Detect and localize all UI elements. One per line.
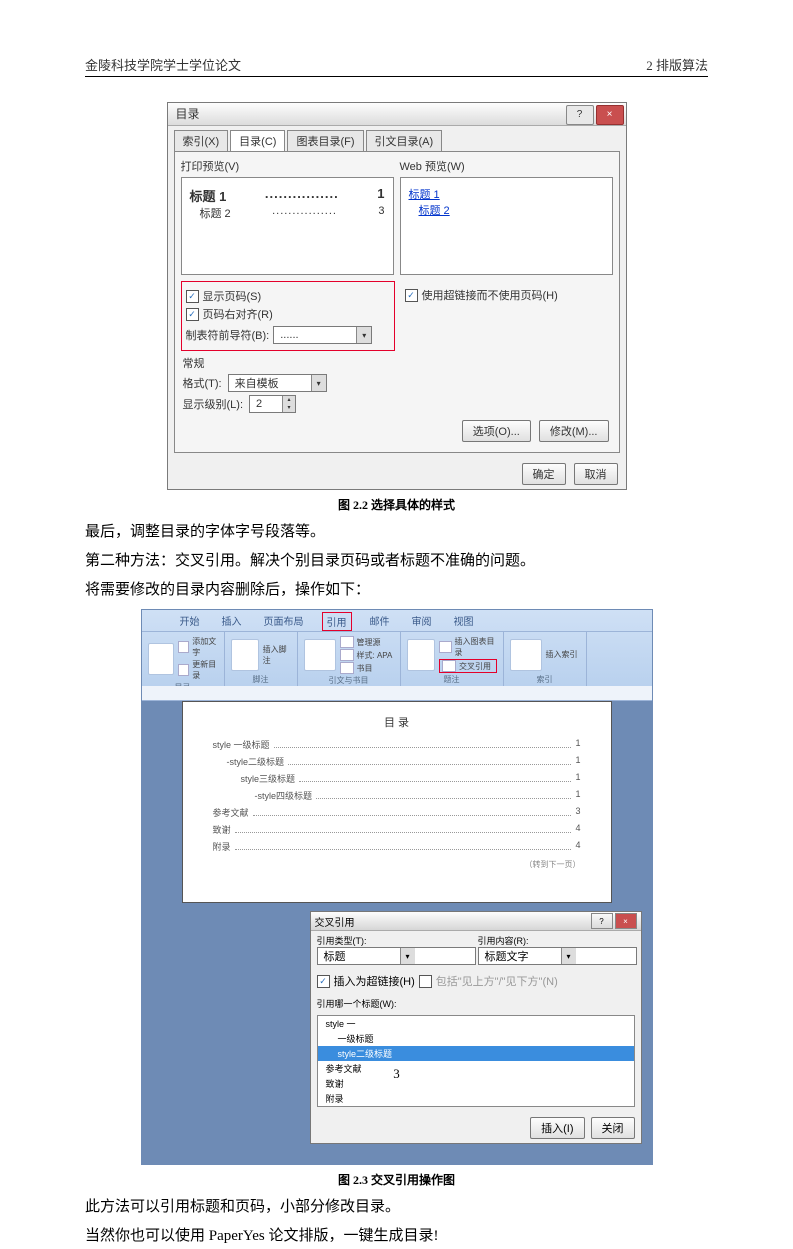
ribbon-tab-layout[interactable]: 页面布局 — [260, 612, 308, 631]
toc-line: 致谢4 — [213, 823, 581, 836]
dialog-tabs: 索引(X) 目录(C) 图表目录(F) 引文目录(A) — [168, 126, 626, 151]
list-item[interactable]: 一级标题 — [318, 1031, 634, 1046]
cross-ref-dialog: 交叉引用 ? × 引用类型(T): 标题▾ 引用内容(R): 标题文字▾ — [310, 911, 642, 1144]
hyperlink-option: ✓使用超链接而不使用页码(H) — [401, 281, 613, 351]
toc-line: style 一级标题1 — [213, 738, 581, 751]
insert-link-checkbox[interactable]: ✓插入为超链接(H) — [317, 973, 415, 989]
heading-list[interactable]: style 一一级标题style二级标题参考文献致谢附录 — [317, 1015, 635, 1107]
leader-combo[interactable]: ......▾ — [273, 326, 372, 344]
dialog-title: 目录 — [176, 103, 200, 125]
paragraph-2: 第二种方法：交叉引用。解决个别目录页码或者标题不准确的问题。 — [85, 548, 708, 574]
toc-dialog: 目录 ? × 索引(X) 目录(C) 图表目录(F) 引文目录(A) 打印预览(… — [167, 102, 627, 490]
ribbon-tab-review[interactable]: 审阅 — [408, 612, 436, 631]
toc-line: 附录4 — [213, 840, 581, 853]
show-page-checkbox[interactable]: ✓显示页码(S) — [186, 288, 390, 304]
cross-reference-button: 交叉引用 — [439, 659, 496, 673]
page-number: 3 — [0, 1066, 793, 1082]
general-label: 常规 — [183, 355, 611, 371]
index-icon[interactable] — [510, 639, 542, 671]
list-item[interactable]: 附录 — [318, 1091, 634, 1106]
leader-label: 制表符前导符(B): — [186, 327, 270, 343]
chevron-down-icon: ▾ — [311, 375, 326, 391]
toc-icon[interactable] — [148, 643, 174, 675]
figure-caption-22: 图 2.2 选择具体的样式 — [85, 496, 708, 513]
print-preview-box: 标题 11 标题 23 — [181, 177, 394, 275]
web-preview-label: Web 预览(W) — [400, 158, 613, 174]
web-preview-box: 标题 1 标题 2 — [400, 177, 613, 275]
options-button[interactable]: 选项(O)... — [462, 420, 531, 442]
help-icon[interactable]: ? — [566, 105, 594, 125]
format-combo[interactable]: 来自模板▾ — [228, 374, 327, 392]
right-align-checkbox[interactable]: ✓页码右对齐(R) — [186, 306, 390, 322]
tab-figures[interactable]: 图表目录(F) — [287, 130, 363, 151]
modify-button[interactable]: 修改(M)... — [539, 420, 609, 442]
chevron-down-icon: ▾ — [356, 327, 371, 343]
paragraph-4: 此方法可以引用标题和页码，小部分修改目录。 — [85, 1194, 708, 1220]
footnote-icon[interactable] — [231, 639, 259, 671]
cancel-button[interactable]: 取消 — [574, 463, 618, 485]
ribbon-tab-home[interactable]: 开始 — [176, 612, 204, 631]
document-page: 目 录 style 一级标题1 -style二级标题1 style三级标题1 -sty… — [182, 701, 612, 903]
doc-toc-title: 目 录 — [213, 714, 581, 730]
header-left: 金陵科技学院学士学位论文 — [85, 55, 241, 74]
help-icon[interactable]: ? — [591, 913, 613, 929]
toc-line: -style二级标题1 — [213, 755, 581, 768]
paragraph-5: 当然你也可以使用 PaperYes 论文排版，一键生成目录! — [85, 1223, 708, 1249]
ribbon-tab-mail[interactable]: 邮件 — [366, 612, 394, 631]
toc-line: -style四级标题1 — [213, 789, 581, 802]
page-header: 金陵科技学院学士学位论文 2 排版算法 — [85, 55, 708, 77]
list-item[interactable]: style二级标题 — [318, 1046, 634, 1061]
close-button[interactable]: 关闭 — [591, 1117, 635, 1139]
word-ribbon: 开始 插入 页面布局 引用 邮件 审阅 视图 添加文字 更新目录 — [142, 610, 652, 686]
hyperlink-checkbox[interactable]: ✓使用超链接而不使用页码(H) — [405, 287, 609, 303]
ref-type-combo[interactable]: 标题▾ — [317, 947, 476, 965]
levels-spinner[interactable]: 2▴▾ — [249, 395, 296, 413]
ref-content-combo[interactable]: 标题文字▾ — [478, 947, 637, 965]
ribbon-tab-insert[interactable]: 插入 — [218, 612, 246, 631]
paragraph-1: 最后，调整目录的字体字号段落等。 — [85, 519, 708, 545]
toc-line: 参考文献3 — [213, 806, 581, 819]
caption-icon[interactable] — [407, 639, 436, 671]
toc-line: style三级标题1 — [213, 772, 581, 785]
tab-index[interactable]: 索引(X) — [174, 130, 229, 151]
tab-toc[interactable]: 目录(C) — [230, 130, 285, 151]
citation-icon[interactable] — [304, 639, 336, 671]
close-icon[interactable]: × — [596, 105, 624, 125]
figure-caption-23: 图 2.3 交叉引用操作图 — [85, 1171, 708, 1188]
include-above-checkbox: 包括"见上方"/"见下方"(N) — [419, 973, 558, 989]
tab-citations[interactable]: 引文目录(A) — [366, 130, 443, 151]
list-item[interactable]: style 一 — [318, 1016, 634, 1031]
dialog-titlebar: 目录 ? × — [168, 103, 626, 126]
print-preview-label: 打印预览(V) — [181, 158, 394, 174]
header-right: 2 排版算法 — [646, 55, 708, 74]
ribbon-tab-view[interactable]: 视图 — [450, 612, 478, 631]
levels-label: 显示级别(L): — [183, 396, 244, 412]
insert-button[interactable]: 插入(I) — [530, 1117, 584, 1139]
ok-button[interactable]: 确定 — [522, 463, 566, 485]
format-label: 格式(T): — [183, 375, 222, 391]
ruler — [142, 686, 652, 701]
paragraph-3: 将需要修改的目录内容删除后，操作如下： — [85, 577, 708, 603]
page-number-options: ✓显示页码(S) ✓页码右对齐(R) 制表符前导符(B): ......▾ — [181, 281, 395, 351]
close-icon[interactable]: × — [615, 913, 637, 929]
ribbon-tab-references[interactable]: 引用 — [322, 612, 352, 631]
subdlg-title: 交叉引用 — [315, 914, 355, 929]
